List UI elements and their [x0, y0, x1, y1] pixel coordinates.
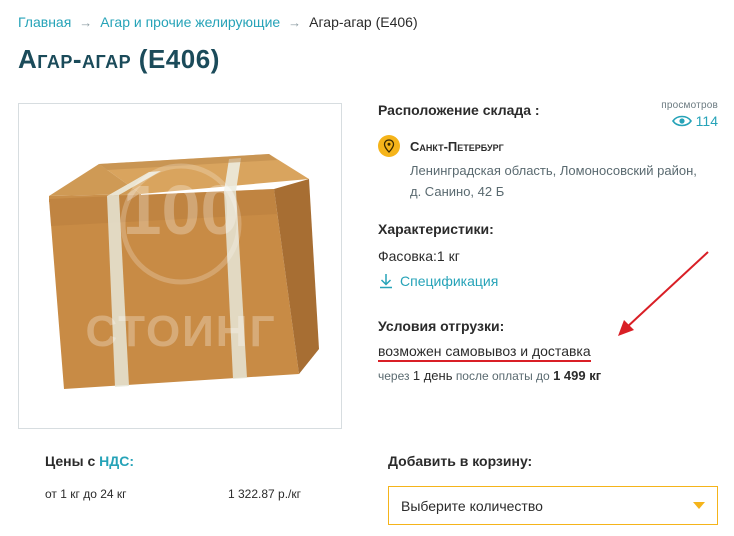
- breadcrumb-current: Агар-агар (Е406): [309, 14, 418, 30]
- prices-heading-label: Цены с: [45, 453, 96, 469]
- quantity-select-value: Выберите количество: [401, 497, 543, 514]
- breadcrumb-home[interactable]: Главная: [18, 14, 71, 30]
- cardboard-box-picture: 100 СТОИНГ: [49, 154, 319, 389]
- shipping-options: возможен самовывоз и доставка: [378, 343, 591, 362]
- cart-heading: Добавить в корзину:: [388, 453, 533, 469]
- vat-link[interactable]: НДС:: [99, 453, 134, 469]
- price-range: от 1 кг до 24 кг: [45, 487, 127, 501]
- delivery-terms: через 1 день после оплаты до 1 499 кг: [378, 368, 601, 383]
- specification-link[interactable]: Спецификация: [378, 273, 498, 289]
- specification-link-label: Спецификация: [400, 273, 499, 289]
- annotation-arrow-icon: [618, 251, 709, 336]
- watermark-word: СТОИНГ: [85, 307, 276, 356]
- chevron-down-icon: [693, 502, 705, 509]
- characteristics-heading: Характеристики:: [378, 221, 494, 237]
- shipping-heading: Условия отгрузки:: [378, 318, 505, 334]
- price-value: 1 322.87 р./кг: [228, 487, 302, 501]
- breadcrumb-arrow-icon: →: [79, 14, 93, 30]
- delivery-prefix: через: [378, 369, 410, 383]
- eye-icon: [671, 115, 692, 127]
- delivery-middle: после оплаты до: [455, 369, 550, 383]
- views-label: просмотров: [661, 100, 718, 111]
- packing-value: Фасовка:1 кг: [378, 248, 460, 264]
- breadcrumb: Главная → Агар и прочие желирующие → Ага…: [18, 14, 418, 30]
- warehouse-heading: Расположение склада :: [378, 102, 540, 118]
- location-pin-icon: [378, 135, 400, 157]
- delivery-days: 1 день: [412, 368, 453, 383]
- product-image[interactable]: 100 СТОИНГ: [18, 103, 342, 429]
- views-count: 114: [695, 113, 718, 129]
- prices-heading: Цены с НДС:: [45, 453, 134, 469]
- breadcrumb-category[interactable]: Агар и прочие желирующие: [100, 14, 280, 30]
- views-counter: просмотров 114: [661, 100, 718, 129]
- page-title: Агар-агар (Е406): [18, 44, 220, 74]
- breadcrumb-arrow-icon: →: [288, 14, 302, 30]
- quantity-select[interactable]: Выберите количество: [388, 486, 718, 525]
- warehouse-address: Ленинградская область, Ломоносовский рай…: [410, 163, 697, 199]
- warehouse-city: Санкт-Петербург: [410, 139, 504, 154]
- download-icon: [380, 274, 392, 289]
- delivery-amount: 1 499 кг: [553, 368, 602, 383]
